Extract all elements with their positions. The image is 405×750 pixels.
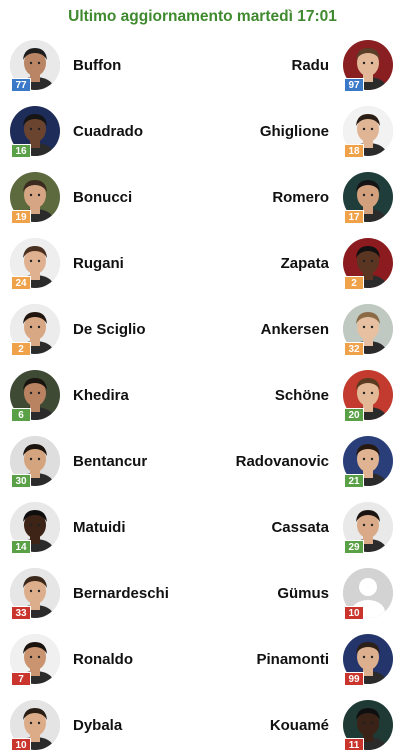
player-name[interactable]: Gümus xyxy=(277,585,329,602)
player-rating-badge: 19 xyxy=(11,210,31,224)
player-home[interactable]: 77 Buffon xyxy=(0,34,200,100)
last-update-text: Ultimo aggiornamento martedì 17:01 xyxy=(68,8,337,25)
player-rating-badge: 2 xyxy=(11,342,31,356)
player-rating-badge: 18 xyxy=(344,144,364,158)
player-home[interactable]: 33 Bernardeschi xyxy=(0,562,200,628)
player-rating-badge: 24 xyxy=(11,276,31,290)
player-name[interactable]: De Sciglio xyxy=(73,321,146,338)
player-rating-badge: 2 xyxy=(344,276,364,290)
player-name[interactable]: Dybala xyxy=(73,717,122,734)
player-name[interactable]: Buffon xyxy=(73,57,121,74)
player-rating-badge: 6 xyxy=(11,408,31,422)
player-rating-badge: 77 xyxy=(11,78,31,92)
player-home[interactable]: 10 Dybala xyxy=(0,694,200,750)
player-rating-badge: 17 xyxy=(344,210,364,224)
player-home[interactable]: 19 Bonucci xyxy=(0,166,200,232)
player-away[interactable]: 18 Ghiglione xyxy=(205,100,405,166)
player-home[interactable]: 30 Bentancur xyxy=(0,430,200,496)
player-away[interactable]: 99 Pinamonti xyxy=(205,628,405,694)
matchup-row: 77 Buffon 97 Radu xyxy=(0,34,405,100)
player-away[interactable]: 29 Cassata xyxy=(205,496,405,562)
lineup-list: 77 Buffon 97 Radu 16 Cuadrado 18 Ghiglione 19 Bon… xyxy=(0,34,405,750)
player-name[interactable]: Matuidi xyxy=(73,519,126,536)
player-rating-badge: 33 xyxy=(11,606,31,620)
player-name[interactable]: Cassata xyxy=(271,519,329,536)
player-home[interactable]: 14 Matuidi xyxy=(0,496,200,562)
player-name[interactable]: Zapata xyxy=(281,255,329,272)
player-away[interactable]: 21 Radovanovic xyxy=(205,430,405,496)
player-name[interactable]: Bonucci xyxy=(73,189,132,206)
player-name[interactable]: Pinamonti xyxy=(256,651,329,668)
player-away[interactable]: 11 Kouamé xyxy=(205,694,405,750)
player-away[interactable]: 17 Romero xyxy=(205,166,405,232)
player-rating-badge: 14 xyxy=(11,540,31,554)
player-rating-badge: 20 xyxy=(344,408,364,422)
player-away[interactable]: 2 Zapata xyxy=(205,232,405,298)
player-name[interactable]: Schöne xyxy=(275,387,329,404)
player-away[interactable]: 10 Gümus xyxy=(205,562,405,628)
player-home[interactable]: 24 Rugani xyxy=(0,232,200,298)
player-rating-badge: 32 xyxy=(344,342,364,356)
player-home[interactable]: 16 Cuadrado xyxy=(0,100,200,166)
player-name[interactable]: Cuadrado xyxy=(73,123,143,140)
player-name[interactable]: Bernardeschi xyxy=(73,585,169,602)
player-away[interactable]: 97 Radu xyxy=(205,34,405,100)
player-name[interactable]: Radu xyxy=(292,57,330,74)
player-rating-badge: 97 xyxy=(344,78,364,92)
player-rating-badge: 11 xyxy=(344,738,364,750)
player-rating-badge: 10 xyxy=(344,606,364,620)
player-name[interactable]: Ghiglione xyxy=(260,123,329,140)
player-rating-badge: 21 xyxy=(344,474,364,488)
player-rating-badge: 30 xyxy=(11,474,31,488)
player-name[interactable]: Ronaldo xyxy=(73,651,133,668)
last-update-header: Ultimo aggiornamento martedì 17:01 xyxy=(0,0,405,34)
player-away[interactable]: 20 Schöne xyxy=(205,364,405,430)
player-name[interactable]: Khedira xyxy=(73,387,129,404)
matchup-row: 10 Dybala 11 Kouamé xyxy=(0,694,405,750)
player-name[interactable]: Kouamé xyxy=(270,717,329,734)
matchup-row: 2 De Sciglio 32 Ankersen xyxy=(0,298,405,364)
matchup-row: 30 Bentancur 21 Radovanovic xyxy=(0,430,405,496)
matchup-row: 16 Cuadrado 18 Ghiglione xyxy=(0,100,405,166)
player-name[interactable]: Bentancur xyxy=(73,453,147,470)
player-name[interactable]: Radovanovic xyxy=(236,453,329,470)
player-rating-badge: 99 xyxy=(344,672,364,686)
matchup-row: 7 Ronaldo 99 Pinamonti xyxy=(0,628,405,694)
matchup-row: 24 Rugani 2 Zapata xyxy=(0,232,405,298)
player-name[interactable]: Ankersen xyxy=(261,321,329,338)
player-home[interactable]: 6 Khedira xyxy=(0,364,200,430)
player-name[interactable]: Rugani xyxy=(73,255,124,272)
player-home[interactable]: 7 Ronaldo xyxy=(0,628,200,694)
player-away[interactable]: 32 Ankersen xyxy=(205,298,405,364)
player-name[interactable]: Romero xyxy=(272,189,329,206)
matchup-row: 33 Bernardeschi 10 Gümus xyxy=(0,562,405,628)
player-rating-badge: 7 xyxy=(11,672,31,686)
matchup-row: 6 Khedira 20 Schöne xyxy=(0,364,405,430)
matchup-row: 19 Bonucci 17 Romero xyxy=(0,166,405,232)
player-rating-badge: 16 xyxy=(11,144,31,158)
player-rating-badge: 10 xyxy=(11,738,31,750)
matchup-row: 14 Matuidi 29 Cassata xyxy=(0,496,405,562)
player-rating-badge: 29 xyxy=(344,540,364,554)
player-home[interactable]: 2 De Sciglio xyxy=(0,298,200,364)
